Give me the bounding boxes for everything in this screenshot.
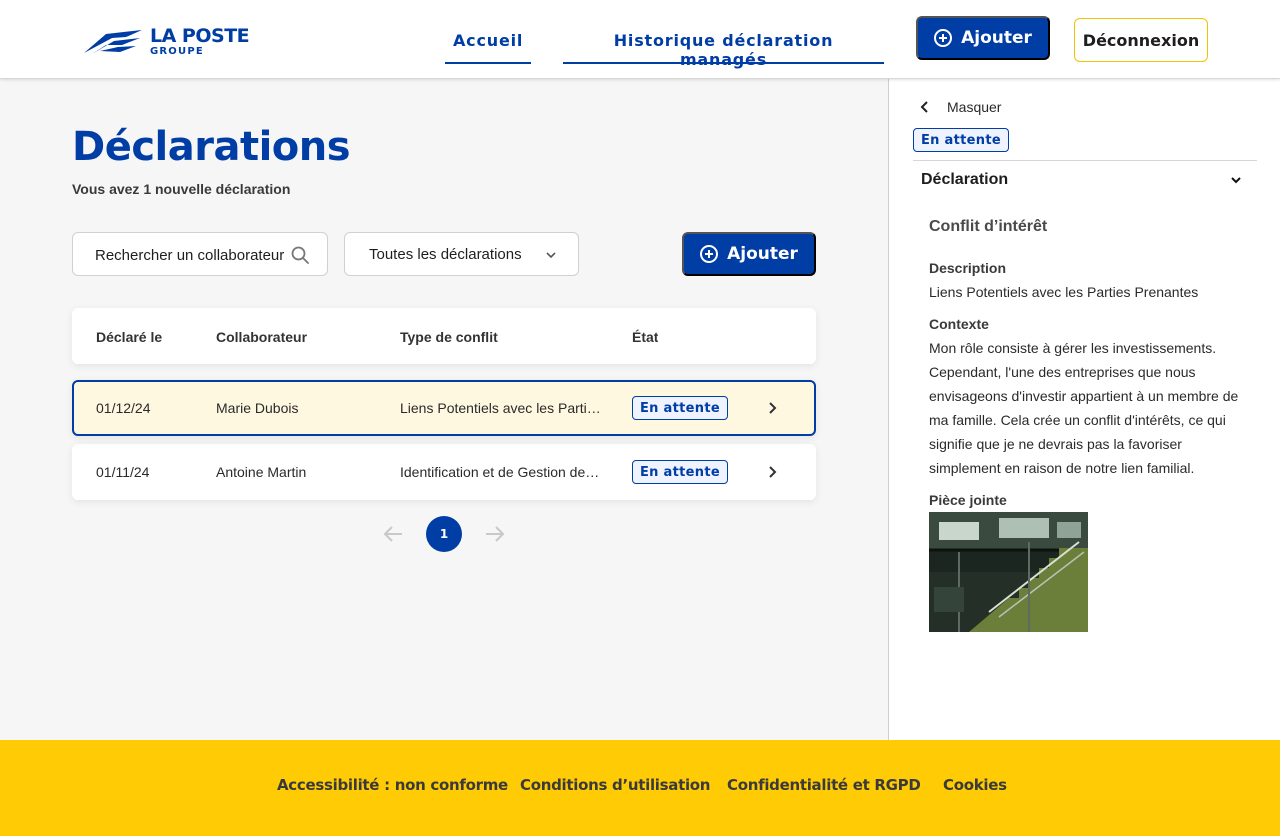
page-number-current[interactable]: 1 [426, 516, 462, 552]
header-add-label: Ajouter [961, 28, 1032, 48]
plus-circle-icon [934, 29, 953, 47]
table-header: Déclaré le Collaborateur Type de conflit… [72, 308, 816, 364]
logo-text: LA POSTE GROUPE [150, 25, 250, 57]
search-input[interactable] [95, 243, 287, 267]
declaration-detail-panel: Masquer En attente Déclaration Conflit d… [888, 79, 1280, 740]
footer-cookies-link[interactable]: Cookies [943, 776, 1007, 794]
arrow-left-icon[interactable] [382, 524, 404, 544]
add-declaration-label: Ajouter [727, 244, 798, 264]
description-text: Liens Potentiels avec les Parties Prenan… [929, 284, 1199, 300]
footer-accessibility-link[interactable]: Accessibilité : non conforme [277, 776, 508, 794]
nav-historique[interactable]: Historique déclaration managés [563, 28, 884, 69]
search-icon[interactable] [291, 246, 309, 264]
attachment-label: Pièce jointe [929, 492, 1007, 508]
add-declaration-button[interactable]: Ajouter [682, 232, 816, 276]
header-conflict-type: Type de conflit [400, 329, 498, 345]
nav-accueil[interactable]: Accueil [445, 28, 531, 64]
attachment-thumbnail[interactable] [929, 512, 1088, 632]
select-value: Toutes les déclarations [369, 246, 522, 263]
context-label: Contexte [929, 316, 989, 332]
row-collaborator: Antoine Martin [216, 464, 307, 480]
hide-panel-label: Masquer [947, 99, 1002, 115]
panel-divider [913, 160, 1257, 161]
footer-privacy-link[interactable]: Confidentialité et RGPD [727, 776, 921, 794]
logo-bird-icon [84, 30, 142, 54]
logout-button[interactable]: Déconnexion [1074, 18, 1208, 62]
table-row[interactable]: 01/12/24 Marie Dubois Liens Potentiels a… [72, 380, 816, 436]
status-badge: En attente [632, 396, 728, 420]
header-collaborator: Collaborateur [216, 329, 308, 345]
row-conflict-type: Identification et de Gestion des Conflit… [400, 464, 606, 480]
page-footer: Accessibilité : non conforme Conditions … [0, 740, 1280, 836]
row-date: 01/12/24 [96, 400, 151, 416]
row-conflict-type: Liens Potentiels avec les Parties Prenan… [400, 400, 606, 416]
conflict-heading: Conflit d’intérêt [929, 218, 1048, 235]
status-badge: En attente [632, 460, 728, 484]
chevron-down-icon [546, 252, 556, 259]
arrow-right-icon[interactable] [484, 524, 506, 544]
logo-sub: GROUPE [150, 46, 204, 57]
table-row[interactable]: 01/11/24 Antoine Martin Identification e… [72, 444, 816, 500]
accordion-title[interactable]: Déclaration [921, 171, 1008, 189]
header-status: État [632, 329, 659, 345]
chevron-left-icon [920, 101, 928, 113]
plus-circle-icon [700, 245, 719, 263]
header-add-button[interactable]: Ajouter [916, 16, 1050, 60]
page-title: Déclarations [72, 124, 351, 170]
chevron-right-icon[interactable] [764, 400, 780, 416]
la-poste-logo[interactable]: LA POSTE GROUPE [82, 24, 252, 60]
search-box [72, 232, 328, 276]
page-subtitle: Vous avez 1 nouvelle déclaration [72, 181, 291, 197]
hide-panel-button[interactable]: Masquer [919, 99, 1001, 115]
logo-name: LA POSTE [150, 25, 250, 47]
row-collaborator: Marie Dubois [216, 400, 299, 416]
attachment-image [929, 512, 1088, 632]
top-header: LA POSTE GROUPE Accueil Historique décla… [0, 0, 1280, 79]
footer-terms-link[interactable]: Conditions d’utilisation [520, 776, 710, 794]
chevron-right-icon[interactable] [764, 464, 780, 480]
chevron-down-icon[interactable] [1230, 174, 1242, 186]
description-label: Description [929, 260, 1007, 276]
header-date: Déclaré le [96, 329, 163, 345]
row-date: 01/11/24 [96, 464, 150, 480]
declaration-filter-select[interactable]: Toutes les déclarations [344, 232, 579, 276]
context-text: Mon rôle consiste à gérer les investisse… [929, 340, 1239, 476]
status-badge: En attente [913, 128, 1009, 152]
